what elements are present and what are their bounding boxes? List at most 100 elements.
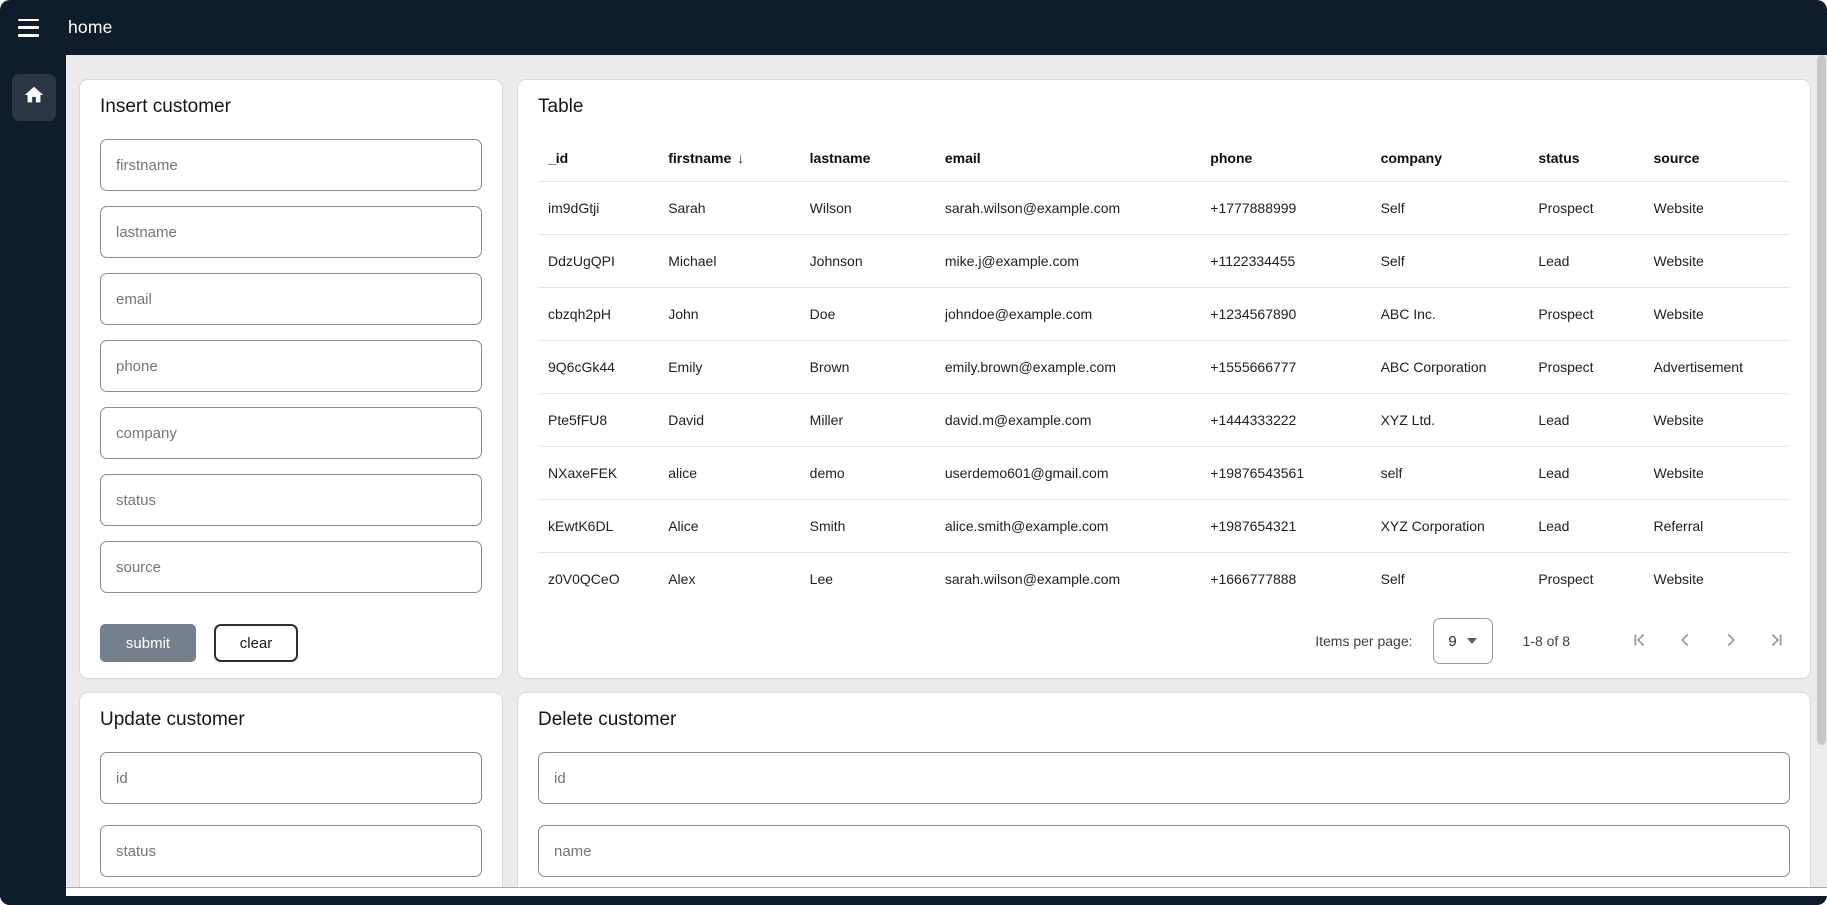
table-paginator: Items per page: 9 1-8 of 8: [538, 613, 1790, 669]
table-cell: Alex: [668, 553, 809, 606]
insert-customer-fields: [100, 139, 482, 593]
previous-page-button[interactable]: [1672, 628, 1698, 654]
table-cell: +1987654321: [1210, 500, 1380, 553]
table-row[interactable]: im9dGtjiSarahWilsonsarah.wilson@example.…: [538, 182, 1790, 235]
app-window: home Insert customer submit clear Table: [0, 0, 1827, 905]
chevron-right-icon: [1720, 629, 1742, 654]
table-body: im9dGtjiSarahWilsonsarah.wilson@example.…: [538, 182, 1790, 606]
table-row[interactable]: kEwtK6DLAliceSmithalice.smith@example.co…: [538, 500, 1790, 553]
table-cell: self: [1381, 447, 1539, 500]
table-cell: John: [668, 288, 809, 341]
vertical-scrollbar-thumb[interactable]: [1817, 55, 1826, 745]
table-cell: Advertisement: [1653, 341, 1790, 394]
next-page-button[interactable]: [1718, 628, 1744, 654]
table-row[interactable]: z0V0QCeOAlexLeesarah.wilson@example.com+…: [538, 553, 1790, 606]
column-header-source[interactable]: source: [1653, 136, 1790, 182]
column-header-id[interactable]: _id: [538, 136, 668, 182]
sidebar-item-home[interactable]: [12, 74, 56, 121]
items-per-page-label: Items per page:: [1315, 633, 1412, 649]
table-cell: Lead: [1538, 235, 1653, 288]
table-header-row: _idfirstname↓lastnameemailphonecompanyst…: [538, 136, 1790, 182]
first-page-button[interactable]: [1626, 628, 1652, 654]
table-cell: emily.brown@example.com: [945, 341, 1210, 394]
window-bottom-edge: [0, 896, 1827, 905]
table-cell: +1122334455: [1210, 235, 1380, 288]
table-cell: ABC Inc.: [1381, 288, 1539, 341]
horizontal-scrollbar[interactable]: [66, 887, 1827, 896]
email-input[interactable]: [100, 273, 482, 325]
table-cell: Brown: [810, 341, 945, 394]
main-content: Insert customer submit clear Table _idfi…: [66, 55, 1827, 905]
table-cell: sarah.wilson@example.com: [945, 553, 1210, 606]
table-cell: sarah.wilson@example.com: [945, 182, 1210, 235]
table-cell: z0V0QCeO: [538, 553, 668, 606]
source-input[interactable]: [100, 541, 482, 593]
table-row[interactable]: Pte5fFU8DavidMillerdavid.m@example.com+1…: [538, 394, 1790, 447]
insert-customer-card: Insert customer submit clear: [79, 79, 503, 679]
table-cell: XYZ Corporation: [1381, 500, 1539, 553]
chevron-down-icon: [1467, 638, 1477, 644]
column-header-lastname[interactable]: lastname: [810, 136, 945, 182]
column-header-status[interactable]: status: [1538, 136, 1653, 182]
table-cell: userdemo601@gmail.com: [945, 447, 1210, 500]
vertical-scrollbar[interactable]: [1816, 55, 1827, 888]
table-card: Table _idfirstname↓lastnameemailphonecom…: [517, 79, 1811, 679]
delete-customer-fields: [538, 752, 1790, 877]
phone-input[interactable]: [100, 340, 482, 392]
status-input[interactable]: [100, 825, 482, 877]
update-customer-fields: [100, 752, 482, 877]
firstname-input[interactable]: [100, 139, 482, 191]
table-cell: Doe: [810, 288, 945, 341]
insert-clear-button[interactable]: clear: [214, 624, 298, 662]
table-cell: Prospect: [1538, 182, 1653, 235]
table-cell: Emily: [668, 341, 809, 394]
table-cell: +1555666777: [1210, 341, 1380, 394]
table-cell: david.m@example.com: [945, 394, 1210, 447]
table-cell: Miller: [810, 394, 945, 447]
column-header-phone[interactable]: phone: [1210, 136, 1380, 182]
status-input[interactable]: [100, 474, 482, 526]
table-cell: 9Q6cGk44: [538, 341, 668, 394]
table-cell: mike.j@example.com: [945, 235, 1210, 288]
table-cell: Johnson: [810, 235, 945, 288]
table-cell: johndoe@example.com: [945, 288, 1210, 341]
page-size-select[interactable]: 9: [1433, 618, 1493, 664]
id-input[interactable]: [538, 752, 1790, 804]
table-cell: ABC Corporation: [1381, 341, 1539, 394]
insert-customer-title: Insert customer: [100, 96, 482, 118]
hamburger-menu-icon[interactable]: [18, 19, 42, 37]
table-cell: David: [668, 394, 809, 447]
range-label: 1-8 of 8: [1523, 633, 1570, 649]
column-header-firstname[interactable]: firstname↓: [668, 136, 809, 182]
table-row[interactable]: 9Q6cGk44EmilyBrownemily.brown@example.co…: [538, 341, 1790, 394]
company-input[interactable]: [100, 407, 482, 459]
table-cell: Website: [1653, 235, 1790, 288]
table-cell: Self: [1381, 182, 1539, 235]
table-cell: Self: [1381, 235, 1539, 288]
table-cell: Lee: [810, 553, 945, 606]
table-cell: XYZ Ltd.: [1381, 394, 1539, 447]
last-page-icon: [1766, 629, 1788, 654]
column-header-email[interactable]: email: [945, 136, 1210, 182]
table-cell: cbzqh2pH: [538, 288, 668, 341]
name-input[interactable]: [538, 825, 1790, 877]
delete-customer-card: Delete customer submit clear: [517, 692, 1811, 905]
column-header-company[interactable]: company: [1381, 136, 1539, 182]
delete-customer-title: Delete customer: [538, 709, 1790, 731]
table-row[interactable]: NXaxeFEKalicedemouserdemo601@gmail.com+1…: [538, 447, 1790, 500]
table-cell: Self: [1381, 553, 1539, 606]
table-cell: Website: [1653, 447, 1790, 500]
id-input[interactable]: [100, 752, 482, 804]
chevron-left-icon: [1674, 629, 1696, 654]
table-row[interactable]: DdzUgQPIMichaelJohnsonmike.j@example.com…: [538, 235, 1790, 288]
page-size-value: 9: [1448, 633, 1456, 650]
home-icon: [23, 84, 45, 111]
lastname-input[interactable]: [100, 206, 482, 258]
table-cell: alice.smith@example.com: [945, 500, 1210, 553]
table-cell: Lead: [1538, 447, 1653, 500]
table-row[interactable]: cbzqh2pHJohnDoejohndoe@example.com+12345…: [538, 288, 1790, 341]
last-page-button[interactable]: [1764, 628, 1790, 654]
table-title: Table: [538, 96, 1790, 118]
insert-submit-button[interactable]: submit: [100, 624, 196, 662]
table-cell: im9dGtji: [538, 182, 668, 235]
